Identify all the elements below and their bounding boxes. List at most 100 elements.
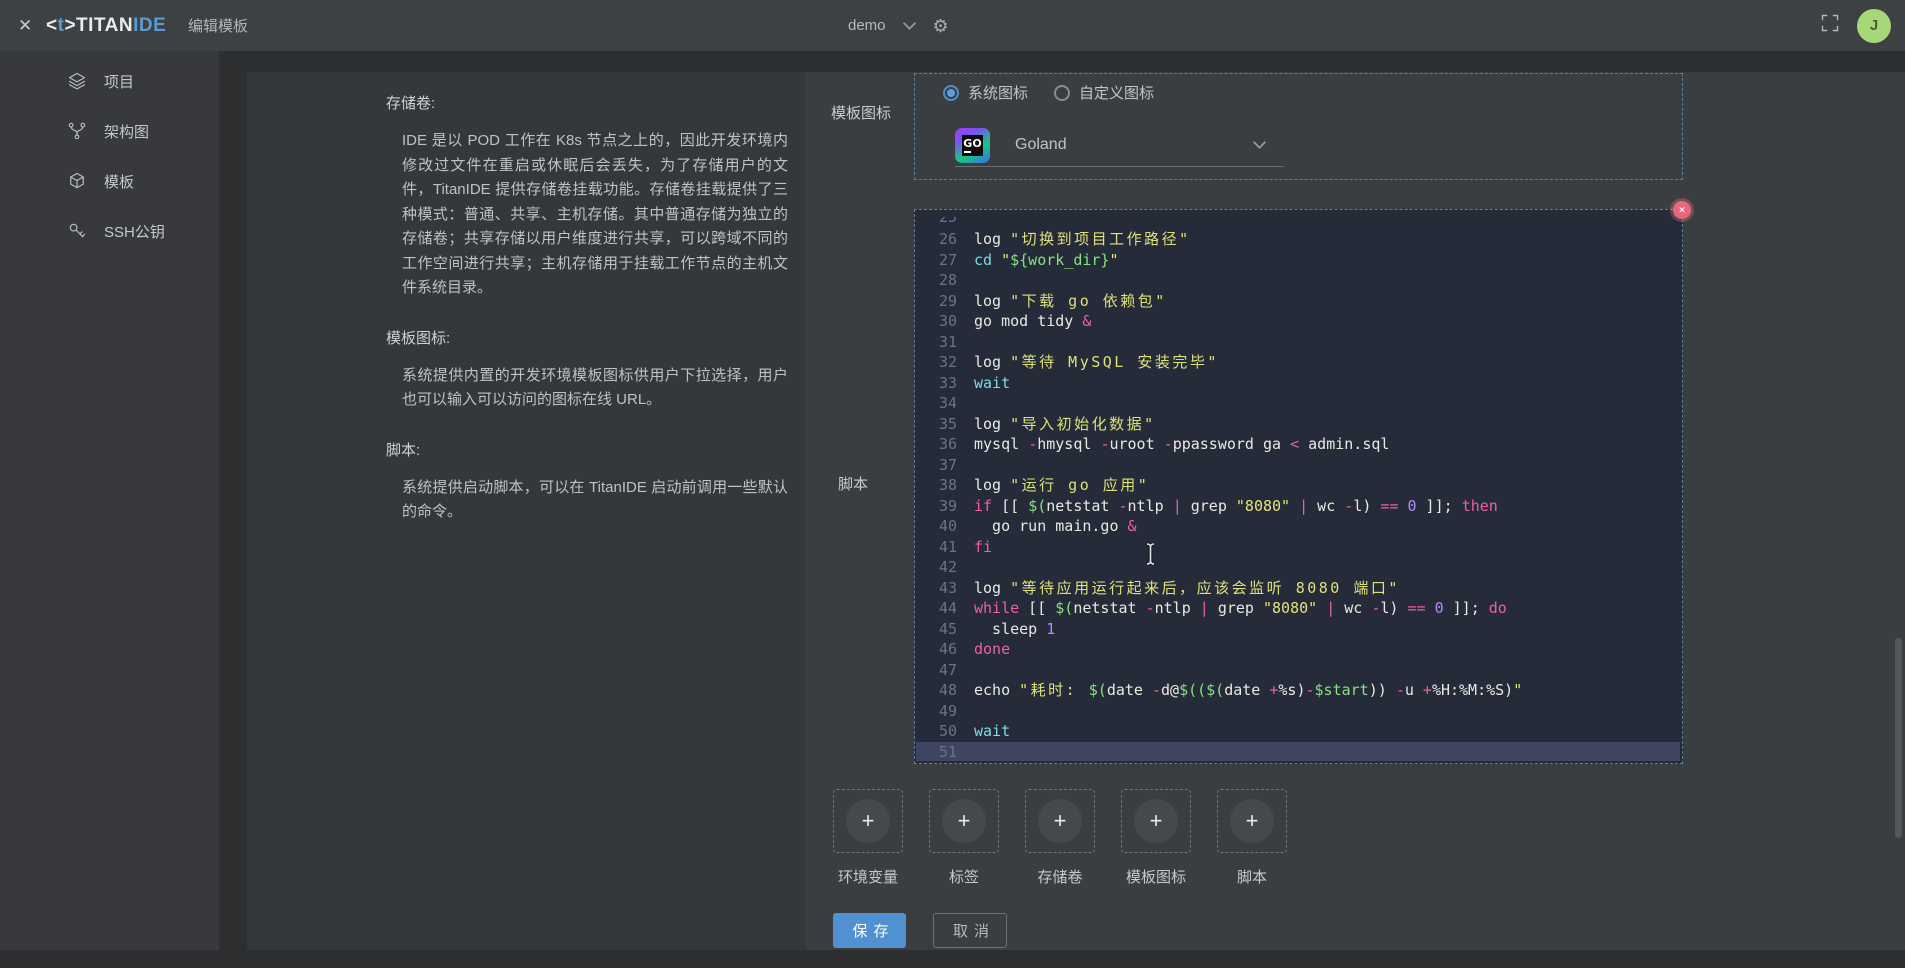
radio-system-icon[interactable]: 系统图标 — [943, 82, 1028, 103]
fullscreen-icon[interactable] — [1820, 13, 1840, 38]
line-number: 50 — [916, 721, 974, 742]
line-number: 45 — [916, 619, 974, 640]
line-number: 51 — [916, 742, 974, 762]
line-number: 49 — [916, 701, 974, 722]
add-button-3[interactable]: + — [1025, 789, 1095, 853]
page-title: 编辑模板 — [188, 0, 248, 51]
code-line: 41fi — [916, 537, 1680, 558]
code-line: 47 — [916, 660, 1680, 681]
code-line: 31 — [916, 332, 1680, 353]
ssh-key-icon — [67, 221, 87, 241]
template-cube-icon — [67, 171, 87, 191]
icon-select-value: Goland — [1015, 136, 1067, 154]
chevron-down-icon[interactable] — [1253, 136, 1266, 154]
add-button-5[interactable]: + — [1217, 789, 1287, 853]
line-number: 48 — [916, 680, 974, 701]
logo-ide: IDE — [133, 15, 166, 37]
top-bar: ✕ <t>TITANIDE 编辑模板 demo ⚙ J — [0, 0, 1905, 51]
sidebar-item-2[interactable]: 架构图 — [0, 106, 219, 156]
chevron-down-icon[interactable] — [903, 17, 916, 35]
logo-bracket-right: > — [64, 15, 76, 37]
code-line: 40 go run main.go & — [916, 516, 1680, 537]
code-line-clipped: 25 — [916, 217, 1680, 229]
add-button-label: 标签 — [929, 866, 999, 887]
workspace-switcher[interactable]: demo — [848, 17, 886, 34]
code-line: 43log "等待应用运行起来后，应该会监听 8080 端口" — [916, 578, 1680, 599]
code-line: 42 — [916, 557, 1680, 578]
line-number: 33 — [916, 373, 974, 394]
line-number: 39 — [916, 496, 974, 517]
doc-section-title: 存储卷: — [386, 92, 788, 113]
logo-titan: TITAN — [76, 15, 133, 37]
line-number: 34 — [916, 393, 974, 414]
code-line: 36mysql -hmysql -uroot -ppassword ga < a… — [916, 434, 1680, 455]
sidebar-item-4[interactable]: SSH公钥 — [0, 206, 219, 256]
help-docs: 存储卷:IDE 是以 POD 工作在 K8s 节点之上的，因此开发环境内修改过文… — [386, 92, 788, 551]
code-line: 44while [[ $(netstat -ntlp | grep "8080"… — [916, 598, 1680, 619]
line-number: 26 — [916, 229, 974, 250]
add-button-label: 环境变量 — [833, 866, 903, 887]
remove-section-badge[interactable]: ✕ — [1673, 201, 1691, 219]
code-line: 27cd "${work_dir}" — [916, 250, 1680, 271]
line-number: 27 — [916, 250, 974, 271]
icon-select-dropdown[interactable]: GO Goland — [955, 124, 1284, 167]
line-number: 37 — [916, 455, 974, 476]
plus-icon: + — [1038, 799, 1082, 843]
code-line: 50wait — [916, 721, 1680, 742]
code-line: 46done — [916, 639, 1680, 660]
logo-bracket-left: < — [46, 15, 58, 37]
form-panel: 模板图标 脚本 系统图标 自定义图标 GO Goland ✕ 2526log " — [805, 72, 1905, 950]
line-number: 35 — [916, 414, 974, 435]
sidebar-item-label: 架构图 — [104, 121, 149, 142]
line-number: 41 — [916, 537, 974, 558]
gear-icon[interactable]: ⚙ — [933, 17, 949, 35]
line-number: 44 — [916, 598, 974, 619]
line-number: 43 — [916, 578, 974, 599]
code-line: 34 — [916, 393, 1680, 414]
avatar[interactable]: J — [1857, 9, 1891, 43]
doc-section-title: 模板图标: — [386, 327, 788, 348]
script-section-label: 脚本 — [838, 473, 868, 494]
cancel-button[interactable]: 取消 — [933, 913, 1007, 948]
page-scrollbar-thumb[interactable] — [1895, 638, 1902, 838]
code-line: 29log "下载 go 依赖包" — [916, 291, 1680, 312]
code-line: 45 sleep 1 — [916, 619, 1680, 640]
line-number: 32 — [916, 352, 974, 373]
plus-icon: + — [1230, 799, 1274, 843]
sidebar-item-3[interactable]: 模板 — [0, 156, 219, 206]
line-number: 42 — [916, 557, 974, 578]
code-area[interactable]: 2526log "切换到项目工作路径"27cd "${work_dir}"282… — [916, 211, 1680, 761]
close-icon[interactable]: ✕ — [18, 0, 32, 51]
add-button-4[interactable]: + — [1121, 789, 1191, 853]
app-logo: <t>TITANIDE — [46, 0, 166, 51]
help-panel: 存储卷:IDE 是以 POD 工作在 K8s 节点之上的，因此开发环境内修改过文… — [247, 72, 805, 950]
radio-unselected-dot[interactable] — [1054, 85, 1070, 101]
plus-icon: + — [942, 799, 986, 843]
sidebar: 项目架构图模板 SSH公钥 — [0, 51, 219, 950]
code-line: 32log "等待 MySQL 安装完毕" — [916, 352, 1680, 373]
code-line: 39if [[ $(netstat -ntlp | grep "8080" | … — [916, 496, 1680, 517]
radio-selected-dot[interactable] — [943, 85, 959, 101]
line-number: 47 — [916, 660, 974, 681]
line-number: 46 — [916, 639, 974, 660]
sidebar-item-label: 项目 — [104, 71, 134, 92]
code-line: 35log "导入初始化数据" — [916, 414, 1680, 435]
plus-icon: + — [1134, 799, 1178, 843]
save-button[interactable]: 保存 — [833, 913, 906, 948]
line-number: 28 — [916, 270, 974, 291]
add-button-label: 脚本 — [1217, 866, 1287, 887]
code-line: 30go mod tidy & — [916, 311, 1680, 332]
icon-section-label: 模板图标 — [831, 102, 891, 123]
line-number: 31 — [916, 332, 974, 353]
sidebar-item-1[interactable]: 项目 — [0, 56, 219, 106]
layers-icon — [67, 71, 87, 91]
add-button-1[interactable]: + — [833, 789, 903, 853]
code-line: 28 — [916, 270, 1680, 291]
script-code-editor[interactable]: ✕ 2526log "切换到项目工作路径"27cd "${work_dir}"2… — [914, 209, 1683, 764]
radio-custom-icon[interactable]: 自定义图标 — [1054, 82, 1154, 103]
add-button-2[interactable]: + — [929, 789, 999, 853]
sidebar-item-label: SSH公钥 — [104, 221, 165, 242]
logo-t: t — [58, 15, 65, 37]
doc-section-title: 脚本: — [386, 439, 788, 460]
line-number: 36 — [916, 434, 974, 455]
